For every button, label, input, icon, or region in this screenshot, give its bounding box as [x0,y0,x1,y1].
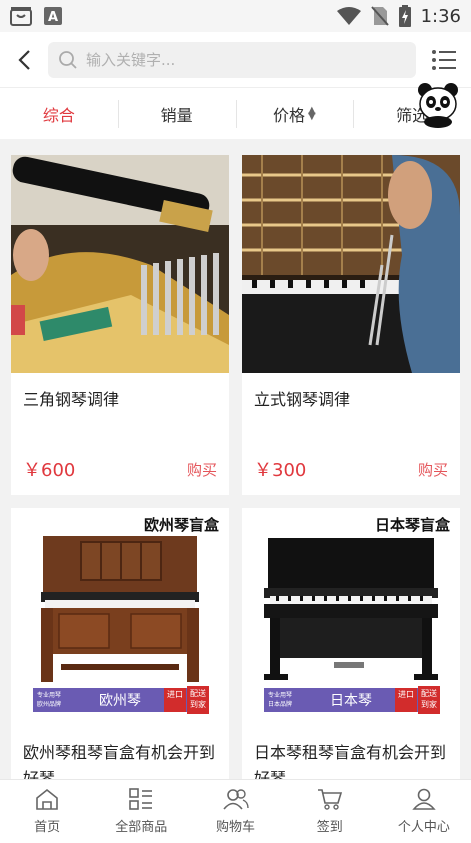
tag-small-text: 专业用琴 欧州品牌 [37,692,62,708]
product-title: 立式钢琴调律 [254,390,351,409]
product-card[interactable]: 日本琴盲盒 专业用琴日本品牌 日本琴 进口 配送到家 日本琴租琴盲盒有机会开到好… [242,508,460,796]
tab-all-products[interactable]: 全部商品 [94,780,188,843]
home-icon [36,788,58,810]
sort-tab-label: 综合 [42,105,75,125]
search-placeholder: 输入关键字... [86,51,176,69]
sort-tab-label: 价格 [273,105,306,125]
product-badge: 日本琴盲盒 [374,516,450,534]
tab-checkin[interactable]: 签到 [283,780,377,843]
bottom-tab-bar: 首页 全部商品 购物车 签到 个人中心 [0,779,471,843]
sort-arrows-icon: ▲ ▼ [308,104,316,122]
product-image-japanese-piano-blind-box: 日本琴盲盒 专业用琴 日本品牌 日本琴 进口 配送到家 [242,508,460,726]
product-image-upright-piano-tuning [242,155,460,373]
tab-label: 个人中心 [397,820,450,835]
grid-list-icon [129,788,153,810]
product-image-grand-piano-tuning [11,155,229,373]
wifi-icon [336,7,361,25]
text-a-icon: A [44,7,62,25]
back-button[interactable] [0,32,48,87]
product-price: ￥600 [23,460,76,481]
product-card[interactable]: 立式钢琴调律 ￥300 购买 [242,155,460,495]
shopping-bag-icon [10,7,32,26]
buy-button[interactable]: 购买 [187,459,217,480]
product-tag-banner: 专业用琴 日本品牌 日本琴 进口 配送到家 [264,686,440,714]
tag-imported: 进口 [164,688,186,712]
product-card[interactable]: 三角钢琴调律 ￥600 购买 [11,155,229,495]
product-card[interactable]: 欧州琴盲盒 专业用琴欧州品牌 欧州琴 进口 配送到家 欧州琴租琴盲盒有机会开到好… [11,508,229,796]
tag-small-text: 专业用琴 日本品牌 [268,692,293,708]
panda-mascot-icon[interactable] [413,78,463,128]
sort-tab-label: 销量 [160,105,193,125]
list-icon [431,49,456,70]
tab-cart[interactable]: 购物车 [188,780,282,843]
buy-button[interactable]: 购买 [418,459,448,480]
tag-imported: 进口 [395,688,417,712]
sort-bar: 综合 销量 价格 ▲ ▼ 筛选 [0,87,471,139]
product-badge: 欧州琴盲盒 [143,516,219,534]
sort-tab-sales[interactable]: 销量 [117,98,236,130]
battery-charging-icon [398,5,411,27]
users-icon [222,789,249,810]
search-input[interactable]: 输入关键字... [48,41,416,78]
tab-label: 签到 [316,820,343,835]
cart-icon [317,789,342,810]
tab-label: 全部商品 [115,820,168,835]
status-time: 1:36 [420,5,461,27]
tab-profile[interactable]: 个人中心 [377,780,471,843]
search-icon [59,50,77,69]
tag-brand-text: 欧州琴 [99,693,141,709]
product-tag-banner: 专业用琴 欧州品牌 欧州琴 进口 配送到家 [33,686,209,714]
tab-home[interactable]: 首页 [0,780,94,843]
status-bar: A 1:36 [0,0,471,32]
tag-brand-text: 日本琴 [330,693,372,709]
no-sim-icon [370,6,389,26]
sort-tab-comprehensive[interactable]: 综合 [0,98,118,130]
tag-delivery: 配送到家 [418,686,440,714]
tab-label: 首页 [34,820,61,835]
product-price: ￥300 [254,460,307,481]
chevron-left-icon [18,49,30,70]
tab-label: 购物车 [216,820,256,835]
product-title: 三角钢琴调律 [23,390,120,409]
svg-text:A: A [48,10,58,25]
tag-delivery: 配送到家 [187,686,209,714]
sort-tab-price[interactable]: 价格 ▲ ▼ [235,98,354,130]
product-image-european-piano-blind-box: 欧州琴盲盒 专业用琴 欧州品牌 欧州琴 进口 配送到家 [11,508,229,726]
person-icon [412,788,436,810]
search-header: 输入关键字... [0,32,471,87]
